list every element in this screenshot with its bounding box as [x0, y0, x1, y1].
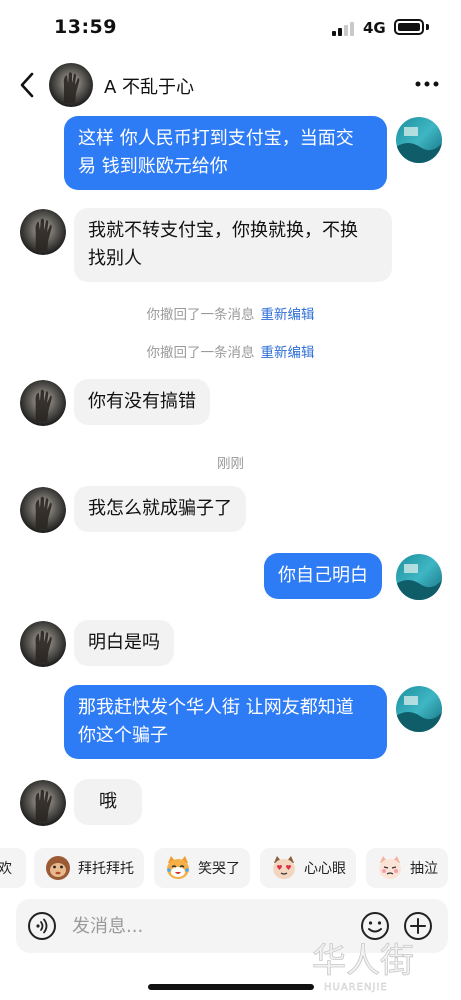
network-type: 4G	[363, 19, 386, 37]
laughing-cat-emoji-icon	[167, 856, 189, 879]
system-notice-recall: 你撤回了一条消息 重新编辑	[0, 303, 461, 323]
message-bubble-received[interactable]: 你有没有搞错	[74, 379, 210, 425]
sobbing-cat-emoji-icon	[379, 856, 401, 879]
timestamp: 刚刚	[217, 456, 244, 472]
signal-icon	[332, 20, 356, 36]
my-avatar[interactable]	[396, 686, 442, 732]
watermark-logo: 华人街 HUARENJIE	[312, 941, 415, 994]
status-bar: 13:59 4G	[0, 0, 461, 56]
system-notice-recall: 你撤回了一条消息 重新编辑	[0, 341, 461, 361]
contact-avatar[interactable]	[49, 63, 93, 107]
recall-text: 你撤回了一条消息	[146, 307, 255, 323]
contact-name: A 不乱于心	[104, 77, 195, 98]
watermark-text: 华人街	[312, 941, 414, 981]
recall-text: 你撤回了一条消息	[146, 345, 255, 361]
more-button[interactable]	[412, 72, 442, 96]
battery-tip	[426, 24, 429, 30]
quick-reply-chip[interactable]: 拜托拜托	[34, 848, 144, 888]
message-input[interactable]	[72, 911, 342, 941]
message-bubble-sent[interactable]: 这样 你人民币打到支付宝，当面交 易 钱到账欧元给你	[64, 116, 387, 190]
heart-eyes-cat-emoji-icon	[273, 856, 295, 879]
contact-avatar-message[interactable]	[20, 209, 66, 255]
battery-icon	[394, 19, 424, 35]
voice-icon	[28, 912, 56, 940]
home-indicator[interactable]	[148, 984, 314, 990]
monkey-emoji-icon	[46, 856, 70, 880]
message-bubble-received[interactable]: 明白是吗	[74, 620, 174, 666]
quick-reply-label: 欢	[0, 861, 12, 877]
contact-avatar-message[interactable]	[20, 380, 66, 426]
reedit-link[interactable]: 重新编辑	[261, 307, 315, 323]
back-icon	[20, 72, 34, 98]
quick-reply-label: 拜托拜托	[78, 861, 134, 877]
message-bubble-received[interactable]: 我就不转支付宝，你换就换，不换 找别人	[74, 208, 392, 282]
voice-button[interactable]	[26, 910, 58, 942]
chat-header: A 不乱于心	[0, 58, 461, 112]
contact-avatar-message[interactable]	[20, 487, 66, 533]
watermark-subtext: HUARENJIE	[324, 982, 388, 993]
reedit-link[interactable]: 重新编辑	[261, 345, 315, 361]
quick-reply-chip[interactable]: 笑哭了	[154, 848, 250, 888]
quick-reply-chip[interactable]: 抽泣	[366, 848, 448, 888]
status-time: 13:59	[54, 16, 117, 38]
message-bubble-sent[interactable]: 你自己明白	[264, 553, 382, 599]
message-bubble-received[interactable]: 哦	[74, 779, 142, 825]
quick-reply-chip[interactable]: 欢	[0, 848, 26, 888]
quick-reply-label: 心心眼	[304, 861, 346, 877]
my-avatar[interactable]	[396, 117, 442, 163]
quick-reply-label: 抽泣	[410, 861, 438, 877]
quick-reply-label: 笑哭了	[198, 861, 240, 877]
quick-reply-chip[interactable]: 心心眼	[260, 848, 356, 888]
message-bubble-received[interactable]: 我怎么就成骗子了	[74, 486, 246, 532]
back-button[interactable]	[14, 68, 44, 102]
my-avatar[interactable]	[396, 554, 442, 600]
more-icon	[415, 81, 439, 87]
contact-avatar-message[interactable]	[20, 621, 66, 667]
message-bubble-sent[interactable]: 那我赶快发个华人街 让网友都知道 你这个骗子	[64, 685, 387, 759]
contact-avatar-message[interactable]	[20, 780, 66, 826]
